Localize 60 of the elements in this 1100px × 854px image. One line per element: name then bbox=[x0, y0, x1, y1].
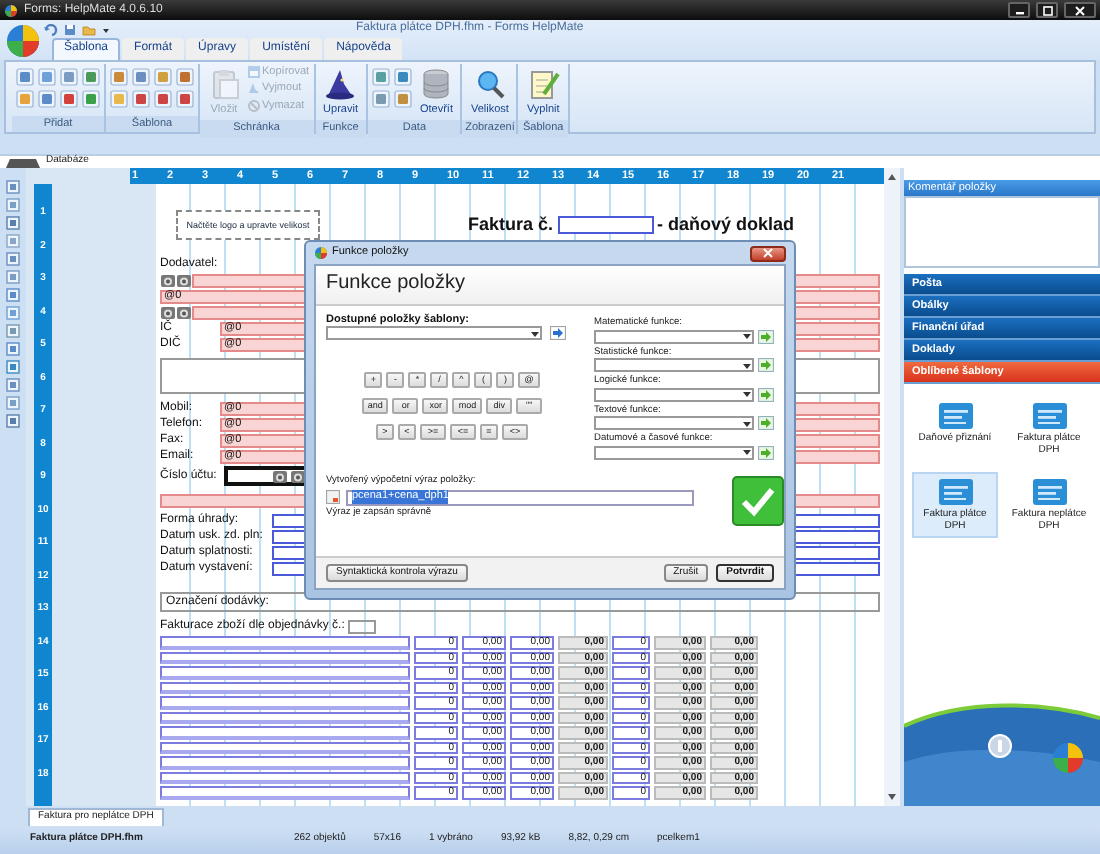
dropdown-field[interactable] bbox=[594, 416, 754, 431]
dropdown-arrow-icon bbox=[742, 361, 752, 370]
clipboard-icon bbox=[208, 68, 240, 100]
close-icon bbox=[1074, 5, 1086, 15]
item-description-field[interactable] bbox=[160, 756, 410, 769]
vertical-scrollbar[interactable] bbox=[884, 168, 900, 806]
wizard-hat-icon bbox=[324, 68, 357, 100]
item-description-field[interactable] bbox=[160, 711, 410, 724]
copy-icon bbox=[248, 66, 260, 79]
template-icon bbox=[1031, 402, 1067, 431]
database-icon bbox=[420, 68, 453, 100]
dropdown-arrow-icon bbox=[742, 390, 752, 399]
arrow-right-button[interactable] bbox=[758, 358, 774, 373]
app-icon bbox=[4, 3, 18, 17]
notepad-pencil-icon bbox=[527, 68, 560, 100]
magnifier-icon bbox=[473, 68, 506, 100]
item-description-field[interactable] bbox=[160, 651, 410, 664]
comment-area[interactable] bbox=[904, 196, 1100, 269]
item-description-field[interactable] bbox=[160, 726, 410, 739]
close-button[interactable] bbox=[1064, 2, 1096, 18]
item-description-field[interactable] bbox=[160, 636, 410, 649]
undo-icon[interactable] bbox=[44, 23, 58, 35]
dropdown-arrow-icon bbox=[742, 419, 752, 428]
order-number-field[interactable] bbox=[348, 619, 377, 633]
tab-handle-icon bbox=[6, 157, 40, 167]
arrow-right-button[interactable] bbox=[758, 416, 774, 431]
dropdown-field[interactable] bbox=[594, 445, 754, 460]
template-icon bbox=[937, 477, 973, 506]
close-button[interactable] bbox=[750, 245, 786, 261]
maximize-button[interactable] bbox=[1036, 2, 1058, 18]
app-icon bbox=[314, 246, 328, 260]
dropdown-field[interactable] bbox=[326, 326, 542, 341]
dropdown-arrow-icon bbox=[742, 332, 752, 341]
logo-icon bbox=[1052, 742, 1084, 774]
item-description-field[interactable] bbox=[160, 666, 410, 679]
arrow-right-button[interactable] bbox=[758, 329, 774, 344]
invoice-number-field[interactable] bbox=[557, 216, 654, 234]
application-menu-button[interactable] bbox=[5, 23, 39, 57]
dropdown-field[interactable] bbox=[594, 387, 754, 402]
dropdown-field[interactable] bbox=[594, 329, 754, 344]
item-description-field[interactable] bbox=[160, 771, 410, 784]
arrow-right-button[interactable] bbox=[550, 326, 566, 341]
template-icon bbox=[937, 402, 973, 431]
minimize-button[interactable] bbox=[1008, 2, 1030, 18]
arrow-right-button[interactable] bbox=[758, 387, 774, 402]
close-icon bbox=[762, 248, 774, 258]
invoice-title: Faktura č. bbox=[468, 214, 554, 236]
dropdown-arrow-icon bbox=[530, 329, 540, 338]
save-icon[interactable] bbox=[64, 23, 76, 35]
arrow-right-button[interactable] bbox=[758, 445, 774, 460]
item-description-field[interactable] bbox=[160, 681, 410, 694]
invoice-subtitle: - daňový doklad bbox=[657, 214, 795, 236]
template-icon bbox=[1031, 477, 1067, 506]
item-description-field[interactable] bbox=[160, 741, 410, 754]
maximize-icon bbox=[1041, 5, 1053, 15]
edit-icon[interactable] bbox=[326, 490, 340, 505]
dropdown-arrow-icon bbox=[742, 448, 752, 457]
item-description-field[interactable] bbox=[160, 786, 410, 799]
dropdown-field[interactable] bbox=[594, 358, 754, 373]
item-description-field[interactable] bbox=[160, 696, 410, 709]
